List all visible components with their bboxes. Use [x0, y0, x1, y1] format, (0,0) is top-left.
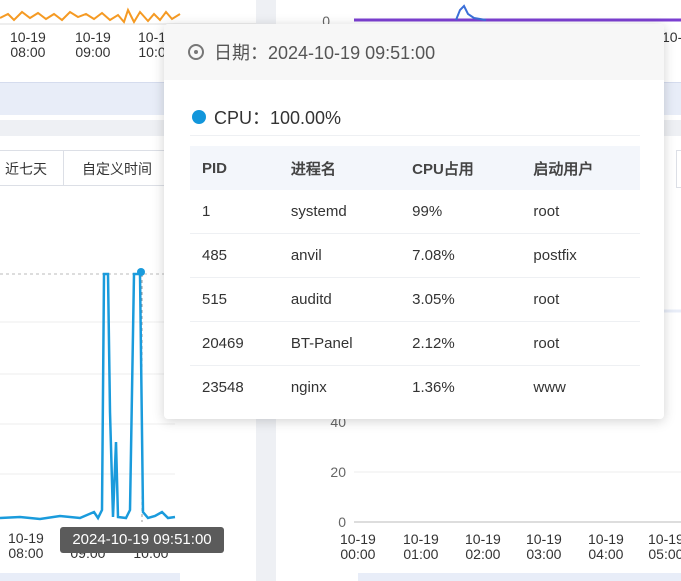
x-tick: 10-	[662, 29, 681, 45]
zoom-slider[interactable]	[0, 573, 180, 581]
y-tick: 20	[330, 464, 346, 480]
x-tick: 10-19 04:00	[588, 531, 624, 562]
tooltip-header: 日期：2024-10-19 09:51:00	[164, 24, 664, 80]
column-header: 启动用户	[521, 146, 640, 190]
cpu-tooltip: 日期：2024-10-19 09:51:00 CPU：100.00% PID 进…	[164, 24, 664, 419]
table-row: 20469 BT-Panel 2.12% root	[190, 321, 640, 366]
table-row: 23548 nginx 1.36% www	[190, 366, 640, 410]
cell-process: nginx	[290, 379, 327, 396]
hover-time-label: 2024-10-19 09:51:00	[60, 527, 224, 553]
process-table: PID 进程名 CPU占用 启动用户 1 systemd 99% root 48…	[190, 146, 640, 409]
cell-cpu: 1.36%	[412, 379, 455, 396]
table-header-row: PID 进程名 CPU占用 启动用户	[190, 146, 640, 190]
cell-process: systemd	[278, 190, 401, 234]
cell-cpu: 3.05%	[400, 277, 522, 322]
custom-time-button[interactable]: 自定义时间	[63, 150, 171, 186]
cell-user: root	[521, 277, 640, 322]
column-header: 进程名	[278, 146, 401, 190]
cell-pid: 23548	[202, 379, 244, 396]
cell-pid: 1	[190, 190, 279, 234]
divider	[190, 135, 640, 136]
cell-pid: 20469	[190, 321, 279, 366]
x-tick: 10-19 03:00	[526, 531, 562, 562]
column-header: CPU占用	[400, 146, 522, 190]
cell-cpu: 2.12%	[400, 321, 522, 366]
cell-user: postfix	[521, 233, 640, 278]
tooltip-cpu-value: CPU：100.00%	[214, 108, 342, 128]
x-tick: 10-19 00:00	[340, 531, 376, 562]
cell-process: auditd	[278, 277, 401, 322]
cell-user: root	[521, 321, 640, 366]
cell-cpu: 7.08%	[400, 233, 522, 278]
cell-process: anvil	[278, 233, 401, 278]
x-tick: 10-19 02:00	[465, 531, 501, 562]
cell-user: root	[521, 190, 640, 234]
cell-user: www	[533, 379, 566, 396]
table-row: 485 anvil 7.08% postfix	[190, 233, 640, 278]
x-tick: 10-19 05:00	[648, 531, 681, 562]
series-dot-icon	[192, 110, 206, 124]
tooltip-cpu-row: CPU：100.00%	[192, 104, 341, 130]
x-tick: 10-19 01:00	[403, 531, 439, 562]
y-tick: 0	[338, 514, 346, 530]
last-seven-days-button[interactable]: 近七天	[0, 150, 64, 186]
table-row: 1 systemd 99% root	[190, 190, 640, 234]
tooltip-date: 日期：2024-10-19 09:51:00	[214, 43, 436, 63]
x-tick: 10-19 08:00	[8, 530, 44, 561]
table-row: 515 auditd 3.05% root	[190, 277, 640, 322]
zoom-slider[interactable]	[358, 573, 681, 581]
column-header: PID	[190, 146, 279, 190]
cell-cpu: 99%	[400, 190, 522, 234]
clock-icon	[188, 44, 204, 60]
cell-pid: 515	[190, 277, 279, 322]
x-tick: 10-1909:00	[75, 29, 111, 60]
cell-pid: 485	[190, 233, 279, 278]
cell-process: BT-Panel	[278, 321, 401, 366]
x-tick: 10-19 08:00	[10, 29, 46, 60]
